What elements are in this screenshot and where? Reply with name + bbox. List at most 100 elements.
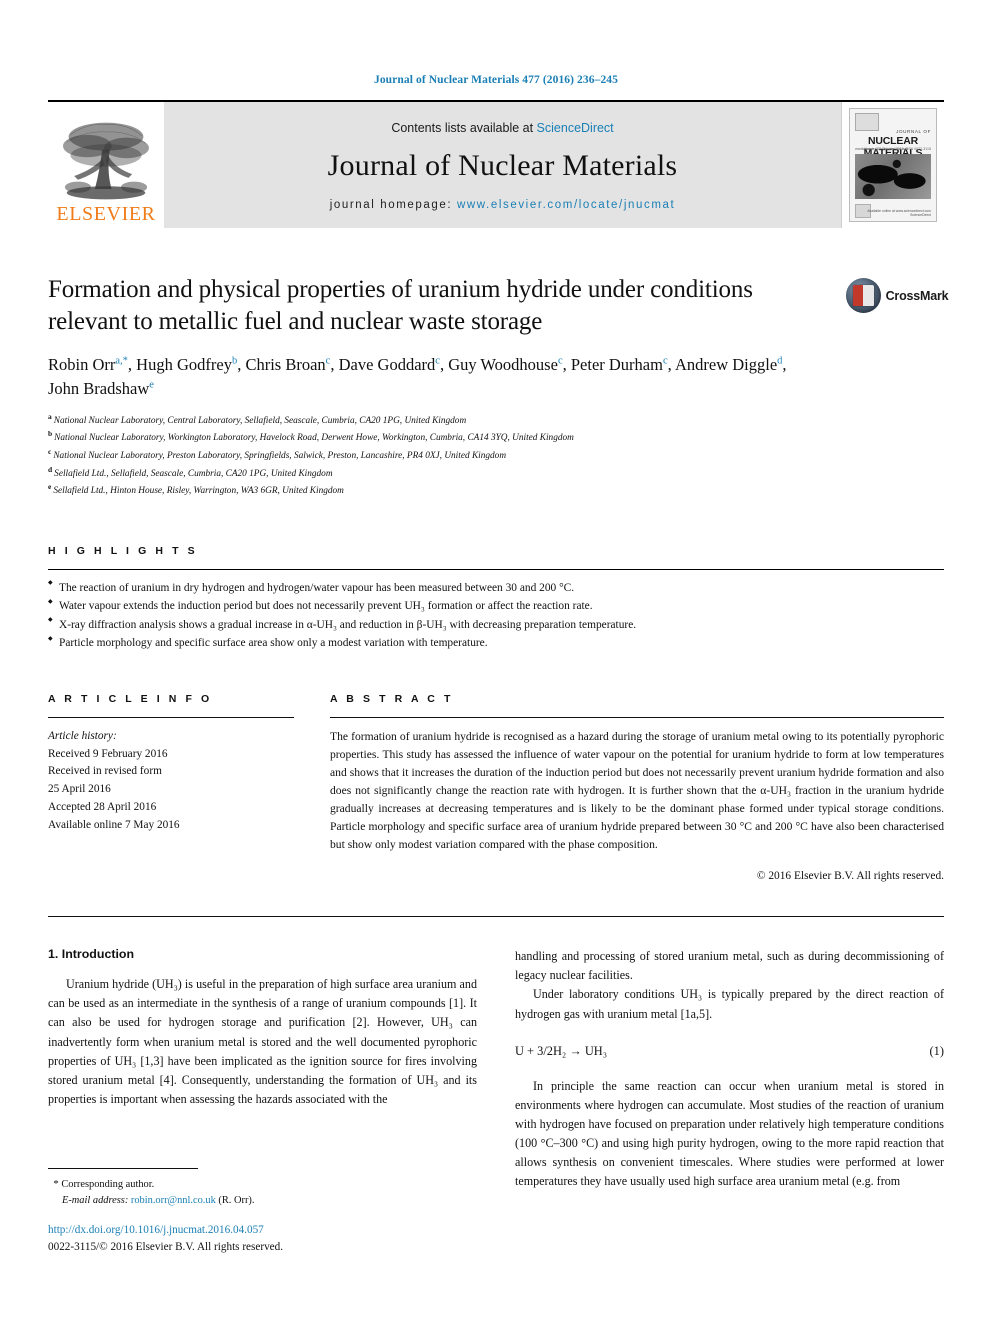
affiliation-item: b National Nuclear Laboratory, Workington… bbox=[48, 428, 944, 446]
article-info-divider bbox=[48, 716, 294, 718]
author-affil-mark: c bbox=[325, 355, 331, 367]
introduction-paragraph: Uranium hydride (UH₃) is useful in the p… bbox=[48, 977, 477, 1106]
abstract-text: The formation of uranium hydride is reco… bbox=[330, 729, 944, 852]
highlight-item: The reaction of uranium in dry hydrogen … bbox=[48, 579, 944, 597]
footnote-divider bbox=[48, 1168, 198, 1169]
affiliation-mark: c bbox=[48, 447, 52, 457]
article-history-line: Received 9 February 2016 bbox=[48, 747, 168, 760]
equation-body: U + 3/2H₂ → UH₃ bbox=[515, 1043, 608, 1058]
doi-link[interactable]: http://dx.doi.org/10.1016/j.jnucmat.2016… bbox=[48, 1222, 518, 1239]
crossmark-badge-inner: CrossMark bbox=[845, 278, 949, 313]
affiliation-item: d Sellafield Ltd., Sellafield, Seascale, … bbox=[48, 464, 944, 482]
article-history-line: 25 April 2016 bbox=[48, 783, 111, 796]
author-name: John Bradshaw bbox=[48, 378, 150, 398]
affiliation-text: Sellafield Ltd., Sellafield, Seascale, C… bbox=[54, 468, 333, 479]
elsevier-logo: ELSEVIER bbox=[48, 102, 164, 228]
email-owner: (R. Orr). bbox=[218, 1194, 255, 1206]
abstract-copyright: © 2016 Elsevier B.V. All rights reserved… bbox=[756, 870, 944, 883]
crossmark-book-icon bbox=[852, 285, 874, 306]
article-info-label: A R T I C L E I N F O bbox=[48, 692, 213, 705]
section-divider bbox=[48, 916, 944, 918]
journal-masthead: ELSEVIER Contents lists available at Sci… bbox=[48, 100, 944, 228]
cover-journal-of-label: JOURNAL OF bbox=[896, 129, 931, 134]
elsevier-wordmark: ELSEVIER bbox=[56, 203, 156, 225]
author-affil-mark: b bbox=[231, 355, 238, 367]
affiliation-text: National Nuclear Laboratory, Central Lab… bbox=[53, 415, 467, 426]
author-affil-mark: a,* bbox=[115, 355, 128, 367]
email-address-label: E-mail address: bbox=[62, 1194, 129, 1206]
contents-lists-line: Contents lists available at ScienceDirec… bbox=[391, 121, 613, 135]
doi-block: http://dx.doi.org/10.1016/j.jnucmat.2016… bbox=[48, 1222, 518, 1256]
author-name: Peter Durham bbox=[570, 355, 663, 374]
footnote-star-marker: * bbox=[53, 1178, 59, 1190]
abstract-divider bbox=[330, 716, 944, 718]
sciencedirect-link[interactable]: ScienceDirect bbox=[537, 121, 614, 135]
affiliation-mark: d bbox=[48, 464, 53, 474]
crossmark-icon bbox=[845, 278, 881, 313]
affiliation-item: e Sellafield Ltd., Hinton House, Risley, … bbox=[48, 481, 944, 499]
cover-right-caption: Volume 477 October 2016 ISSN 0022-3115 bbox=[861, 147, 931, 151]
author-affil-mark: d bbox=[777, 355, 783, 367]
corresponding-author-footnote: * Corresponding author. E-mail address: … bbox=[48, 1168, 468, 1208]
introduction-heading: 1. Introduction bbox=[48, 947, 135, 962]
author-affil-mark: e bbox=[149, 379, 154, 391]
affiliation-text: Sellafield Ltd., Hinton House, Risley, W… bbox=[53, 486, 344, 497]
highlights-divider bbox=[48, 568, 944, 570]
crossmark-label: CrossMark bbox=[885, 288, 949, 303]
contents-prefix: Contents lists available at bbox=[391, 121, 537, 135]
issn-copyright-line: 0022-3115/© 2016 Elsevier B.V. All right… bbox=[48, 1240, 284, 1253]
journal-cover-thumbnail[interactable]: JOURNAL OF NUCLEAR MATERIALS www.elsevie… bbox=[841, 102, 944, 228]
author-item: Andrew Diggled bbox=[675, 355, 782, 374]
author-name: Dave Goddard bbox=[338, 355, 436, 374]
crossmark-badge[interactable]: CrossMark bbox=[845, 278, 949, 313]
introduction-paragraph: In principle the same reaction can occur… bbox=[515, 1078, 944, 1189]
homepage-prefix: journal homepage: bbox=[329, 199, 457, 211]
affiliation-mark: e bbox=[48, 482, 52, 492]
journal-homepage-line: journal homepage: www.elsevier.com/locat… bbox=[330, 199, 676, 211]
introduction-paragraph: Under laboratory conditions UH₃ is typic… bbox=[515, 987, 944, 1021]
highlight-item: Particle morphology and specific surface… bbox=[48, 634, 944, 652]
abstract-label: A B S T R A C T bbox=[330, 692, 454, 705]
journal-band: Contents lists available at ScienceDirec… bbox=[164, 102, 841, 228]
author-affil-mark: c bbox=[662, 355, 668, 367]
homepage-url-link[interactable]: www.elsevier.com/locate/jnucmat bbox=[457, 199, 675, 211]
author-name: Guy Woodhouse bbox=[448, 355, 558, 374]
article-history-title: Article history: bbox=[48, 729, 117, 742]
affiliation-mark: b bbox=[48, 429, 53, 439]
affiliation-text: National Nuclear Laboratory, Preston Lab… bbox=[53, 451, 507, 462]
affiliation-text: National Nuclear Laboratory, Workington … bbox=[54, 433, 574, 444]
author-item: Dave Goddardc bbox=[339, 355, 440, 374]
author-name: Andrew Diggle bbox=[674, 355, 778, 374]
equation-1: U + 3/2H₂ → UH₃ (1) bbox=[515, 1044, 944, 1059]
running-head: Journal of Nuclear Materials 477 (2016) … bbox=[373, 74, 619, 86]
author-item: Robin Orra,* bbox=[48, 355, 128, 374]
author-list: Robin Orra,*, Hugh Godfreyb, Chris Broan… bbox=[48, 355, 787, 398]
article-history-line: Available online 7 May 2016 bbox=[48, 818, 180, 831]
email-line: E-mail address: robin.orr@nnl.co.uk (R. … bbox=[48, 1193, 468, 1209]
author-item: Hugh Godfreyb bbox=[136, 355, 237, 374]
author-item: Guy Woodhousec bbox=[448, 355, 562, 374]
highlight-item: X-ray diffraction analysis shows a gradu… bbox=[48, 616, 944, 634]
affiliation-item: c National Nuclear Laboratory, Preston La… bbox=[48, 446, 944, 464]
body-right-column: handling and processing of stored uraniu… bbox=[515, 947, 944, 1191]
corresponding-author-label: Corresponding author. bbox=[61, 1179, 155, 1190]
author-name: Chris Broan bbox=[245, 355, 326, 374]
author-affil-mark: c bbox=[557, 355, 563, 367]
highlight-item: Water vapour extends the induction perio… bbox=[48, 597, 944, 615]
abstract-column: A B S T R A C T The formation of uranium… bbox=[330, 692, 944, 883]
cover-micrograph-image bbox=[855, 154, 931, 199]
author-item: Peter Durhamc bbox=[571, 355, 668, 374]
cover-inner: JOURNAL OF NUCLEAR MATERIALS www.elsevie… bbox=[849, 108, 937, 222]
email-address-link[interactable]: robin.orr@nnl.co.uk bbox=[131, 1195, 216, 1206]
author-item: Chris Broanc bbox=[245, 355, 330, 374]
elsevier-tree-icon bbox=[63, 122, 149, 200]
article-page: Journal of Nuclear Materials 477 (2016) … bbox=[0, 0, 992, 1323]
equation-number: (1) bbox=[929, 1043, 944, 1058]
corresponding-author-line: * Corresponding author. bbox=[48, 1176, 468, 1193]
journal-title: Journal of Nuclear Materials bbox=[327, 149, 678, 182]
highlights-label: H I G H L I G H T S bbox=[48, 544, 198, 557]
article-info-column: A R T I C L E I N F O Article history: R… bbox=[48, 693, 294, 883]
affiliation-item: a National Nuclear Laboratory, Central La… bbox=[48, 411, 944, 429]
author-name: Hugh Godfrey bbox=[136, 355, 232, 374]
body-columns: 1. Introduction Uranium hydride (UH₃) is… bbox=[48, 947, 944, 1191]
